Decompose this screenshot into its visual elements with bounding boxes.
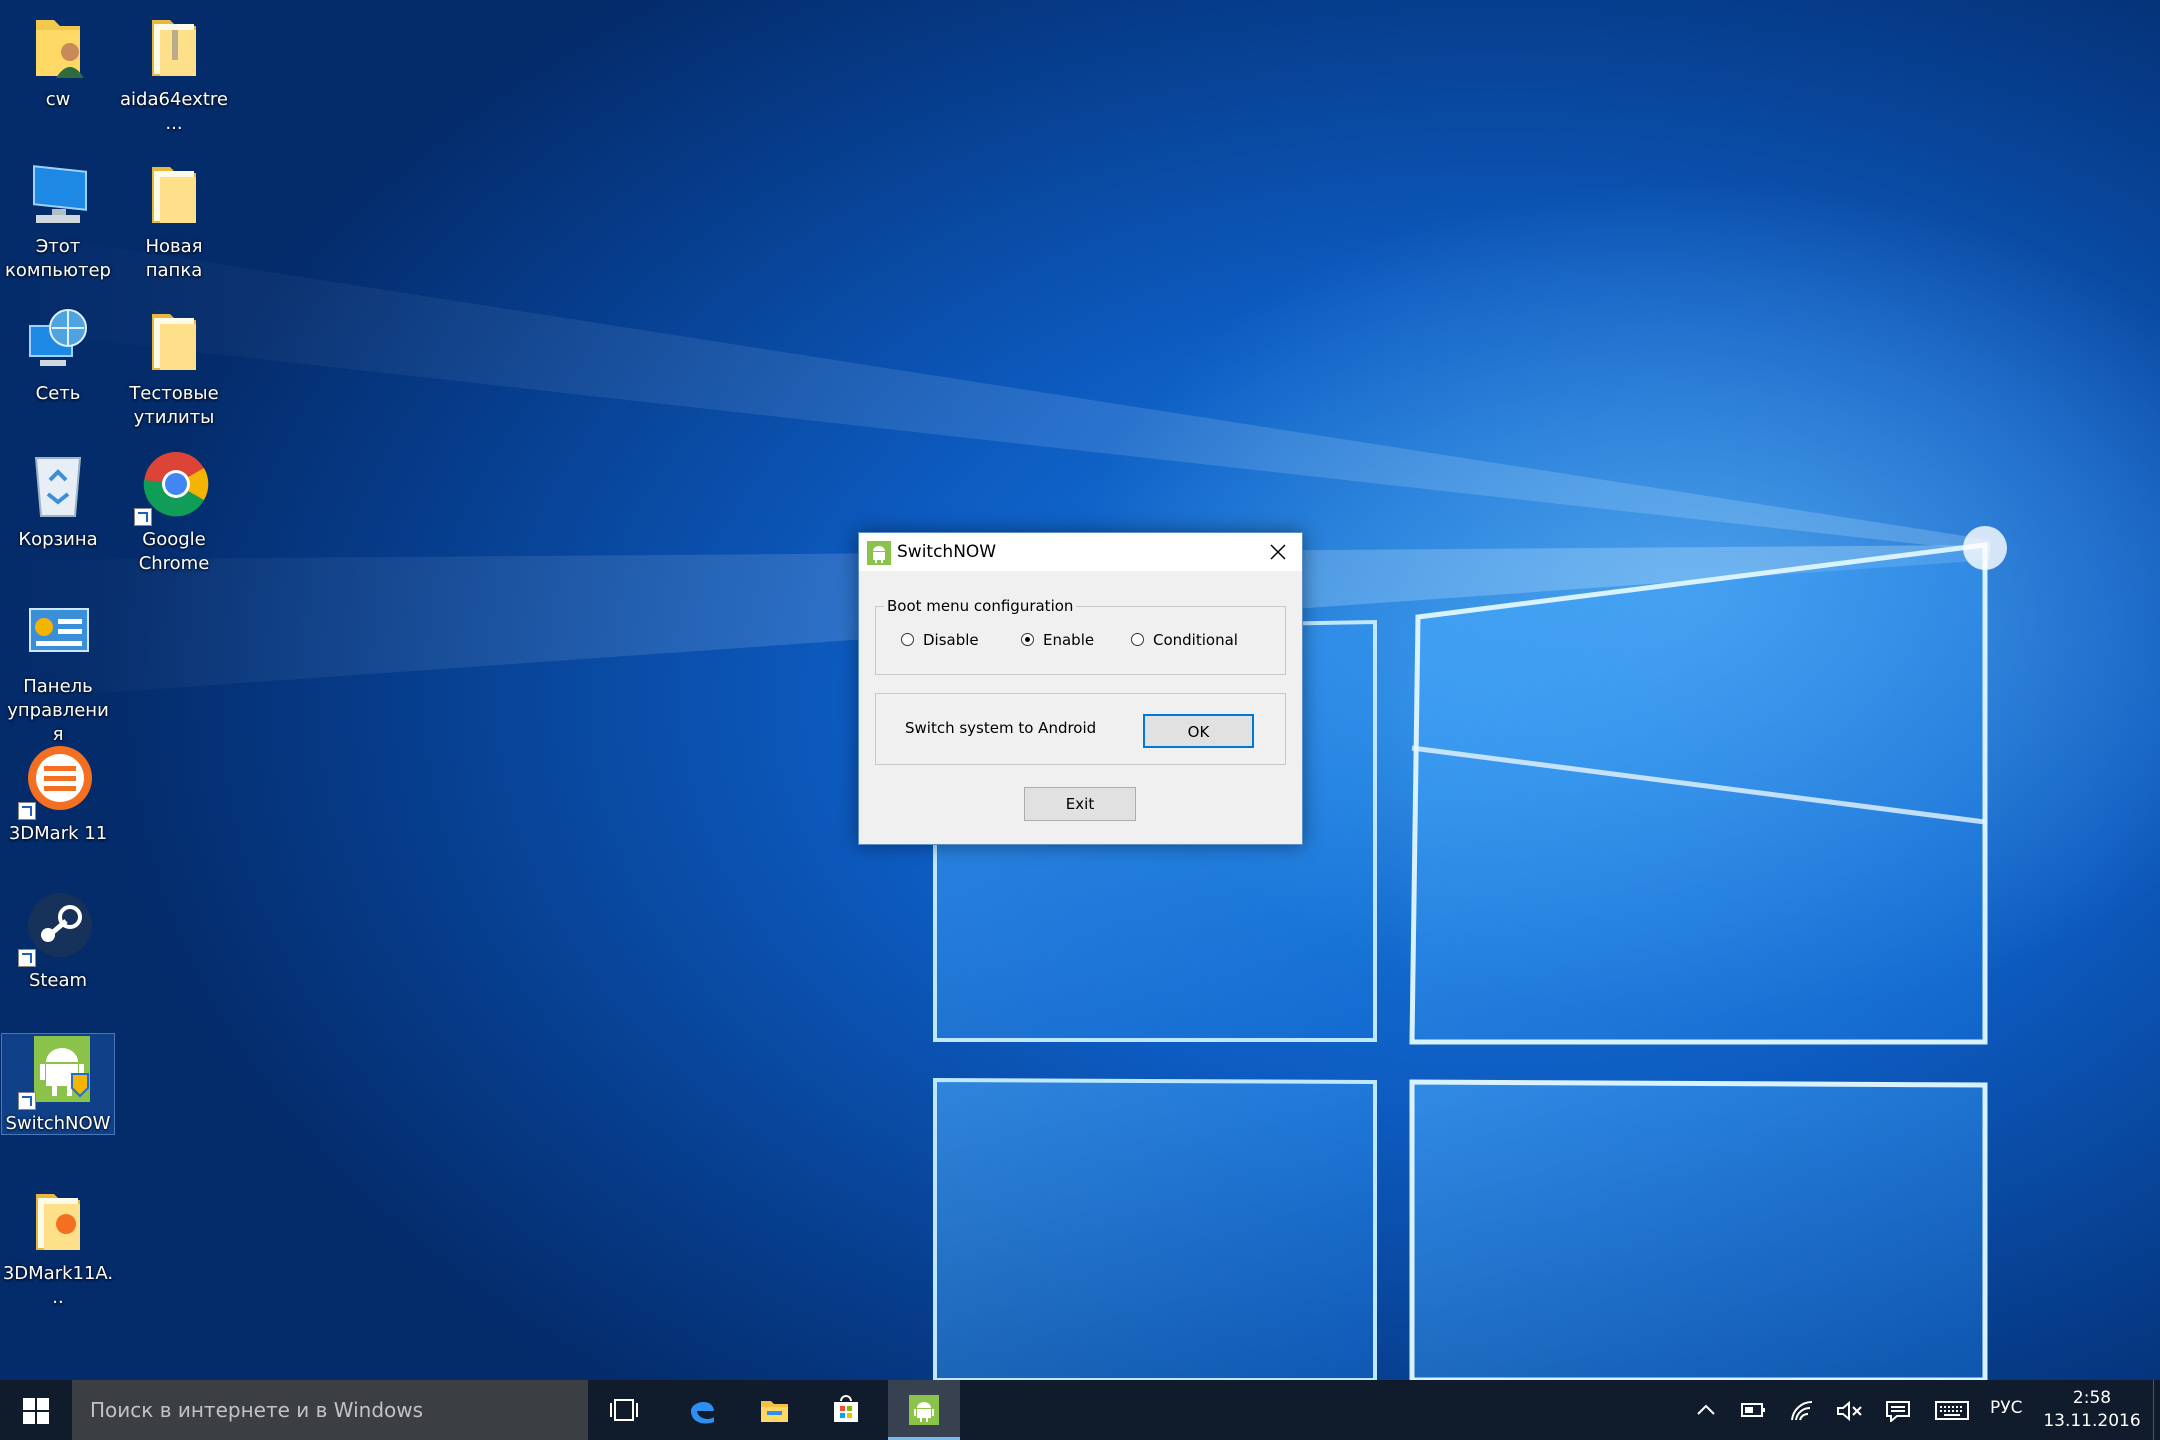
shortcut-arrow-icon [134, 508, 152, 526]
switchnow-dialog: SwitchNOW Boot menu configuration Disabl… [858, 532, 1303, 845]
folder-icon [138, 304, 210, 376]
zip-folder-icon [22, 1184, 94, 1256]
chevron-up-icon [1697, 1404, 1715, 1415]
switchnow-taskbar-button[interactable] [888, 1380, 960, 1440]
clock-date: 13.11.2016 [2043, 1411, 2141, 1431]
close-icon [1270, 544, 1286, 560]
desktop-icon-network[interactable]: Сеть [2, 304, 114, 406]
ok-button[interactable]: OK [1143, 714, 1254, 748]
control-panel-icon [22, 597, 94, 669]
shortcut-arrow-icon [18, 949, 36, 967]
zip-folder-icon [138, 10, 210, 82]
notification-icon [1886, 1401, 1910, 1422]
desktop-icon-control-panel[interactable]: Панель управления [2, 597, 114, 747]
touch-keyboard-button[interactable] [1932, 1380, 1972, 1440]
shortcut-arrow-icon [18, 1092, 36, 1110]
desktop-icon-google-chrome[interactable]: Google Chrome [118, 450, 230, 576]
volume-muted-icon [1837, 1400, 1862, 1422]
volume-tray-button[interactable] [1834, 1380, 1868, 1440]
computer-icon [22, 157, 94, 229]
wifi-icon [1791, 1400, 1813, 1421]
desktop-icon-3dmark11a[interactable]: 3DMark11A... [2, 1184, 114, 1310]
boot-menu-group-label: Boot menu configuration [887, 597, 1074, 615]
window-title: SwitchNOW [897, 542, 997, 562]
file-explorer-button[interactable] [738, 1380, 810, 1440]
windows-start-icon [23, 1398, 49, 1424]
desktop-icon-aida64[interactable]: aida64extre... [118, 10, 230, 136]
exit-button[interactable]: Exit [1024, 787, 1136, 821]
switchnow-android-icon [18, 1034, 94, 1110]
search-placeholder: Поиск в интернете и в Windows [90, 1398, 424, 1422]
edge-button[interactable] [666, 1380, 738, 1440]
action-center-button[interactable] [1882, 1380, 1916, 1440]
show-hidden-icons-button[interactable] [1692, 1380, 1722, 1440]
shortcut-arrow-icon [18, 802, 36, 820]
network-tray-button[interactable] [1786, 1380, 1820, 1440]
desktop-icon-switchnow[interactable]: SwitchNOW [1, 1033, 115, 1135]
folder-icon [761, 1401, 788, 1422]
battery-icon [1741, 1403, 1765, 1417]
desktop-icon-this-pc[interactable]: Этот компьютер [2, 157, 114, 283]
user-folder-icon [22, 10, 94, 82]
android-app-icon [867, 541, 891, 565]
clock[interactable]: 2:58 13.11.2016 [2040, 1387, 2144, 1433]
taskbar: Поиск в интернете и в Windows РУС 2:58 1… [0, 1380, 2160, 1440]
task-view-icon [610, 1399, 638, 1421]
folder-icon [138, 157, 210, 229]
radio-circle [1131, 633, 1144, 646]
show-desktop-button[interactable] [2153, 1380, 2160, 1440]
android-app-icon [909, 1395, 939, 1425]
task-view-button[interactable] [588, 1380, 660, 1440]
desktop-icon-test-utils[interactable]: Тестовые утилиты [118, 304, 230, 430]
keyboard-icon [1935, 1401, 1969, 1420]
radio-circle [901, 633, 914, 646]
store-icon [834, 1395, 858, 1422]
start-button[interactable] [0, 1380, 72, 1440]
chrome-icon [134, 450, 210, 526]
3dmark-icon [18, 744, 94, 820]
search-input[interactable]: Поиск в интернете и в Windows [72, 1380, 588, 1440]
switch-label: Switch system to Android [905, 719, 1097, 737]
desktop-icon-steam[interactable]: Steam [2, 891, 114, 993]
store-button[interactable] [810, 1380, 882, 1440]
desktop-icon-3dmark11[interactable]: 3DMark 11 [2, 744, 114, 846]
edge-icon [691, 1401, 714, 1424]
battery-tray-button[interactable] [1738, 1380, 1772, 1440]
clock-time: 2:58 [2072, 1388, 2112, 1408]
network-icon [22, 304, 94, 376]
steam-icon [18, 891, 94, 967]
title-bar[interactable]: SwitchNOW [859, 533, 1302, 571]
language-indicator[interactable]: РУС [1990, 1398, 2022, 1418]
radio-circle-selected [1021, 633, 1034, 646]
recycle-bin-icon [22, 450, 94, 522]
close-button[interactable] [1254, 533, 1302, 571]
desktop-icon-new-folder[interactable]: Новая папка [118, 157, 230, 283]
desktop-icon-cw[interactable]: cw [2, 10, 114, 112]
desktop-icon-recycle-bin[interactable]: Корзина [2, 450, 114, 552]
